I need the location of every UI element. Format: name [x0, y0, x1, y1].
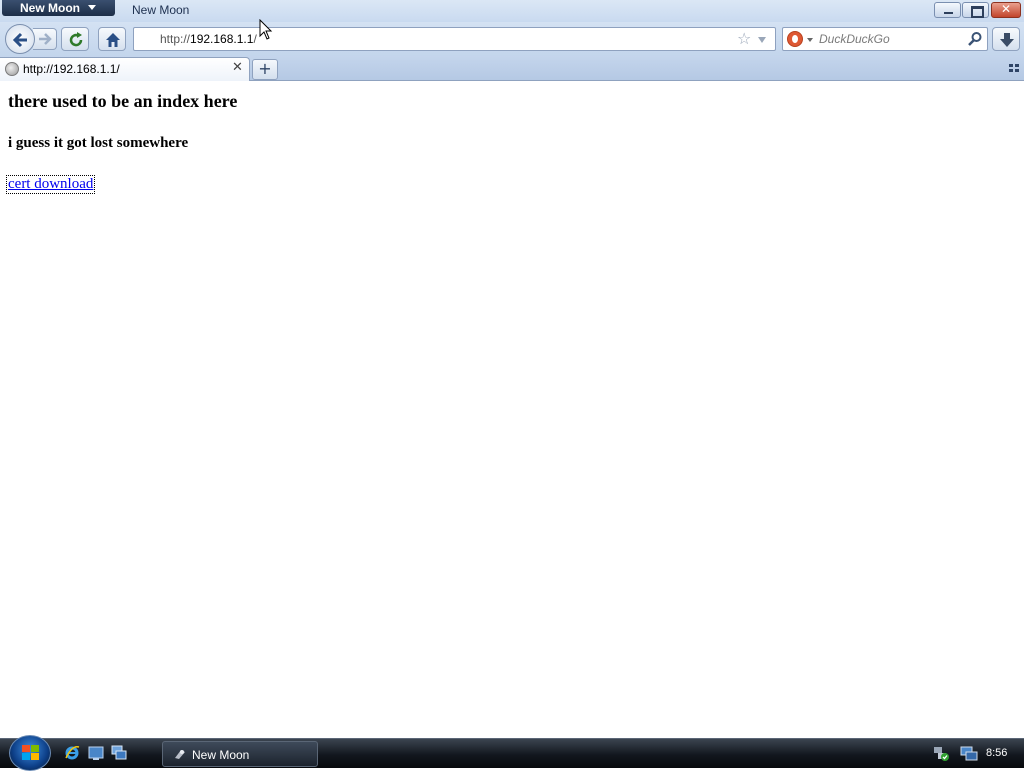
taskbar-button-label: New Moon: [192, 748, 250, 762]
tab-strip: http://192.168.1.1/ ✕ +: [0, 56, 1024, 81]
display-tray-icon[interactable]: [960, 744, 978, 762]
new-moon-icon: [175, 750, 185, 759]
download-arrow-icon: [1000, 33, 1014, 47]
clock[interactable]: 8:56: [986, 747, 1007, 759]
page-heading: there used to be an index here: [8, 91, 238, 111]
page-content: there used to be an index here i guess i…: [0, 82, 1024, 738]
network-tray-icon[interactable]: [932, 744, 950, 762]
start-button[interactable]: [9, 735, 51, 771]
forward-button[interactable]: [33, 28, 57, 50]
search-input[interactable]: [819, 28, 964, 50]
new-tab-button[interactable]: +: [252, 59, 278, 80]
globe-icon: [5, 62, 19, 76]
close-tab-icon[interactable]: ✕: [232, 60, 243, 75]
search-icon[interactable]: [967, 31, 983, 47]
list-all-tabs-icon[interactable]: [1009, 64, 1019, 73]
tab-label: http://192.168.1.1/: [23, 62, 120, 76]
taskbar: New Moon 8:56: [0, 735, 1024, 771]
show-desktop-icon[interactable]: [88, 745, 104, 761]
cert-download-link[interactable]: cert download: [5, 175, 96, 194]
reload-icon: [69, 32, 83, 47]
title-bar: New Moon New Moon: [0, 0, 1024, 22]
taskbar-button-new-moon[interactable]: New Moon: [162, 741, 318, 767]
reload-button[interactable]: [61, 27, 89, 51]
switch-windows-icon[interactable]: [111, 745, 127, 761]
app-menu-button[interactable]: New Moon: [2, 0, 115, 16]
history-dropdown-icon[interactable]: [758, 37, 766, 43]
close-window-button[interactable]: [991, 2, 1021, 18]
url-prefix: http://: [160, 32, 191, 46]
chevron-down-icon: [88, 5, 96, 10]
minimize-button[interactable]: [934, 2, 961, 18]
address-bar[interactable]: http://192.168.1.1/ ☆: [133, 27, 776, 51]
back-arrow-icon: [12, 32, 27, 48]
back-button[interactable]: [5, 24, 35, 54]
home-icon: [106, 33, 120, 47]
search-engine-dropdown-icon[interactable]: [807, 38, 813, 42]
url-suffix: /: [253, 32, 257, 46]
search-bar: [782, 27, 988, 51]
downloads-button[interactable]: [992, 27, 1020, 51]
app-menu-label: New Moon: [20, 1, 80, 15]
duckduckgo-icon[interactable]: [787, 31, 803, 47]
windows-logo-icon: [22, 745, 40, 761]
plus-icon: +: [258, 59, 272, 78]
tab-active[interactable]: http://192.168.1.1/ ✕: [0, 57, 250, 81]
forward-arrow-icon: [39, 33, 52, 45]
url-host: 192.168.1.1: [190, 32, 254, 46]
url-text: http://192.168.1.1/: [160, 32, 257, 46]
window-title: New Moon: [132, 3, 190, 17]
navigation-toolbar: http://192.168.1.1/ ☆: [0, 22, 1024, 56]
page-subheading: i guess it got lost somewhere: [8, 135, 189, 151]
restore-button[interactable]: [962, 2, 989, 18]
home-button[interactable]: [98, 27, 126, 51]
mouse-cursor-icon: [259, 19, 273, 40]
internet-explorer-icon[interactable]: [64, 745, 80, 761]
bookmark-star-icon[interactable]: ☆: [737, 29, 751, 48]
